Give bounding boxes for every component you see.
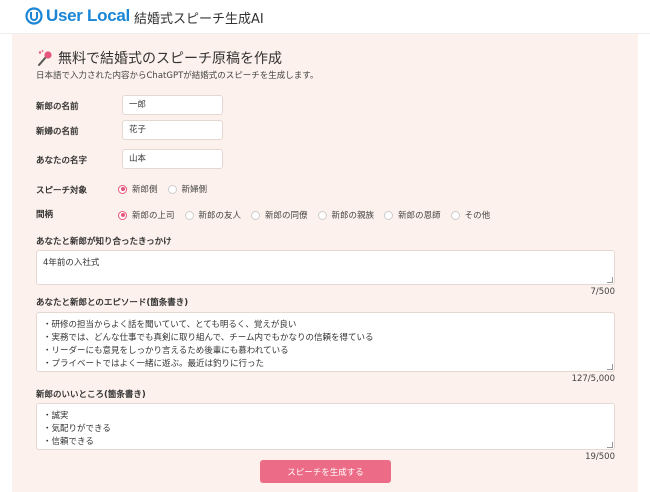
radio-other[interactable]: その他 (450, 209, 491, 221)
textarea-line: ・誠実 (43, 411, 69, 421)
radio-label: 新郎の親族 (331, 211, 375, 221)
textarea-line: ・リーダーにも意見をしっかり言えるため後輩にも慕われている (43, 346, 289, 356)
episodes-textarea[interactable]: ・研修の担当からよく話を聞いていて、とても明るく、覚えが良い ・実務では、どんな… (36, 312, 615, 372)
good-points-counter: 19/500 (585, 452, 615, 462)
textarea-line: ・プライベートではよく一緒に遊ぶ。最近は釣りに行った (43, 359, 265, 369)
radio-groom-friend[interactable]: 新郎の友人 (184, 209, 242, 221)
radio-button-checked[interactable] (118, 210, 127, 220)
user-local-logo-icon (25, 7, 43, 25)
radio-label: その他 (464, 211, 491, 221)
radio-label: 新郎側 (132, 185, 158, 195)
radio-button[interactable] (184, 210, 194, 220)
radio-button[interactable] (251, 210, 261, 220)
groom-name-input[interactable]: 一郎 (122, 95, 223, 115)
how-met-counter: 7/500 (590, 287, 616, 297)
radio-bride-side[interactable]: 新婦側 (167, 183, 208, 195)
bride-name-label: 新婦の名前 (36, 127, 79, 137)
good-points-textarea[interactable]: ・誠実 ・気配りができる ・信頼できる (36, 403, 615, 450)
textarea-line: ・信頼できる (43, 437, 94, 447)
radio-button[interactable] (317, 210, 327, 220)
radio-groom-boss[interactable]: 新郎の上司 (118, 209, 175, 221)
resize-handle-icon[interactable] (607, 442, 613, 448)
radio-groom-colleague[interactable]: 新郎の同僚 (251, 209, 308, 221)
radio-label: 新婦側 (181, 185, 208, 195)
radio-button[interactable] (384, 210, 394, 220)
radio-label: 新郎の恩師 (398, 211, 441, 221)
good-points-label: 新郎のいいところ(箇条書き) (36, 390, 146, 400)
radio-groom-side[interactable]: 新郎側 (118, 183, 158, 195)
textarea-line: ・実務では、どんな仕事でも真剣に取り組んで、チーム内でもかなりの信頼を得ている (43, 333, 374, 343)
your-name-input[interactable]: 山本 (122, 149, 223, 169)
radio-label: 新郎の同僚 (265, 211, 308, 221)
page-title: 無料で結婚式のスピーチ原稿を作成 (58, 51, 282, 67)
radio-label: 新郎の友人 (198, 211, 242, 221)
textarea-line: ・気配りができる (43, 424, 111, 434)
logo-text[interactable]: User Local (46, 6, 130, 26)
app-title: 結婚式スピーチ生成AI (134, 12, 264, 27)
radio-button[interactable] (167, 184, 177, 194)
episodes-counter: 127/5,000 (571, 374, 615, 384)
page-subtitle: 日本語で入力された内容からChatGPTが結婚式のスピーチを生成します。 (36, 71, 319, 81)
generate-speech-button[interactable]: スピーチを生成する (260, 460, 391, 483)
resize-handle-icon[interactable] (607, 364, 613, 370)
relationship-radio-group: 新郎の上司 新郎の友人 新郎の同僚 新郎の親族 新郎の恩師 その他 (118, 209, 500, 221)
how-met-textarea[interactable]: 4年前の入社式 (36, 250, 615, 285)
page-title-row: 無料で結婚式のスピーチ原稿を作成 (36, 48, 282, 68)
header: User Local 結婚式スピーチ生成AI (0, 0, 650, 34)
radio-groom-teacher[interactable]: 新郎の恩師 (384, 209, 441, 221)
your-name-label: あなたの名字 (36, 156, 88, 166)
radio-button-checked[interactable] (118, 184, 127, 194)
speech-target-radio-group: 新郎側 新婦側 (118, 183, 217, 195)
radio-label: 新郎の上司 (132, 211, 175, 221)
groom-name-label: 新郎の名前 (36, 102, 79, 112)
relationship-label: 間柄 (36, 210, 54, 220)
microphone-icon (38, 50, 52, 66)
bride-name-input[interactable]: 花子 (122, 120, 223, 140)
how-met-label: あなたと新郎が知り合ったきっかけ (36, 237, 172, 247)
textarea-line: 4年前の入社式 (43, 258, 100, 268)
resize-handle-icon[interactable] (607, 277, 613, 283)
episodes-label: あなたと新郎とのエピソード(箇条書き) (36, 298, 189, 308)
textarea-line: ・研修の担当からよく話を聞いていて、とても明るく、覚えが良い (43, 320, 297, 330)
radio-button[interactable] (450, 210, 460, 220)
radio-groom-relative[interactable]: 新郎の親族 (317, 209, 375, 221)
speech-target-label: スピーチ対象 (36, 186, 88, 196)
